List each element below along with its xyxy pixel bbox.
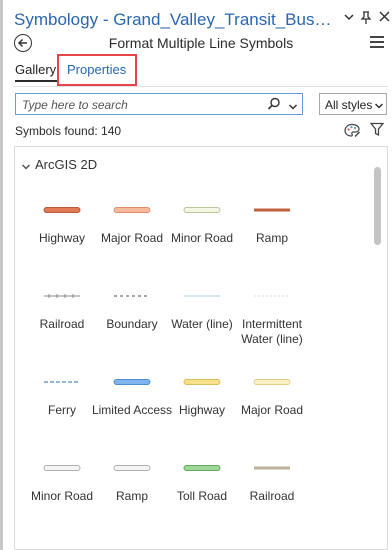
line-symbol-swatch bbox=[113, 207, 151, 213]
line-symbol-swatch bbox=[183, 465, 221, 471]
symbol-gallery: ArcGIS 2D Highway Major Road Minor Road Ram… bbox=[14, 146, 388, 550]
palette-icon[interactable] bbox=[344, 123, 361, 143]
symbol-item[interactable]: Highway bbox=[167, 379, 237, 459]
page-title: Format Multiple Line Symbols bbox=[108, 35, 294, 51]
symbol-item[interactable]: Ferry bbox=[27, 379, 97, 459]
symbol-item[interactable]: Major Road bbox=[237, 379, 307, 459]
symbol-item[interactable]: Minor Road bbox=[167, 207, 237, 287]
line-symbol-swatch bbox=[183, 379, 221, 385]
pane-left-edge bbox=[0, 0, 3, 550]
back-button[interactable] bbox=[14, 34, 32, 52]
symbol-item[interactable]: Major Road bbox=[97, 207, 167, 287]
line-symbol-swatch bbox=[114, 295, 150, 297]
vertical-scrollbar[interactable] bbox=[370, 159, 384, 549]
symbol-item[interactable]: Limited Access bbox=[92, 379, 172, 459]
line-symbol-swatch bbox=[254, 208, 290, 212]
line-symbol-swatch bbox=[44, 381, 80, 383]
symbol-item[interactable]: Boundary bbox=[97, 293, 167, 373]
line-symbol-swatch bbox=[254, 295, 290, 297]
pane-title: Symbology - Grand_Valley_Transit_Bus_Rou… bbox=[14, 10, 336, 29]
group-collapse-chevron-icon[interactable] bbox=[21, 159, 31, 177]
symbol-item[interactable]: Ramp bbox=[237, 207, 307, 287]
line-symbol-swatch bbox=[254, 466, 290, 470]
group-header-arcgis-2d[interactable]: ArcGIS 2D bbox=[35, 157, 97, 172]
tab-gallery[interactable]: Gallery bbox=[15, 62, 56, 77]
styles-dropdown-label: All styles bbox=[325, 98, 373, 112]
tab-gallery-underline bbox=[15, 80, 57, 82]
symbol-label: Railroad bbox=[249, 489, 295, 503]
search-input[interactable] bbox=[22, 97, 252, 112]
line-symbol-swatch bbox=[253, 379, 291, 385]
symbol-item[interactable]: Water (line) bbox=[167, 293, 237, 373]
search-options-chevron-icon[interactable] bbox=[288, 99, 298, 117]
symbol-item[interactable]: Minor Road bbox=[27, 465, 97, 545]
line-symbol-swatch bbox=[183, 207, 221, 213]
close-icon[interactable] bbox=[377, 11, 391, 25]
line-symbol-swatch bbox=[184, 295, 220, 297]
symbol-label: Intermittent Water (line) bbox=[241, 317, 303, 346]
symbol-item[interactable]: Ramp bbox=[97, 465, 167, 545]
filter-icon[interactable] bbox=[369, 122, 385, 142]
line-symbol-swatch bbox=[113, 465, 151, 471]
scrollbar-thumb[interactable] bbox=[374, 167, 381, 245]
symbol-item[interactable]: Toll Road bbox=[167, 465, 237, 545]
line-symbol-swatch bbox=[43, 207, 81, 213]
pin-icon[interactable] bbox=[359, 11, 373, 25]
title-bar: Symbology - Grand_Valley_Transit_Bus_Rou… bbox=[3, 4, 392, 32]
search-box bbox=[15, 93, 303, 115]
hamburger-menu-icon[interactable] bbox=[370, 36, 384, 48]
symbol-item[interactable]: Highway bbox=[27, 207, 97, 287]
tab-divider bbox=[13, 86, 388, 87]
symbol-item[interactable]: Railroad bbox=[237, 465, 307, 545]
chevron-down-icon bbox=[374, 100, 384, 114]
line-symbol-swatch bbox=[43, 465, 81, 471]
back-arrow-icon bbox=[17, 38, 27, 48]
symbol-item[interactable]: Intermittent Water (line) bbox=[237, 293, 307, 373]
search-icon[interactable] bbox=[267, 97, 281, 116]
symbols-found-count: Symbols found: 140 bbox=[15, 124, 122, 138]
properties-highlight-box bbox=[57, 54, 137, 86]
symbol-label: Ramp bbox=[255, 231, 288, 245]
symbology-pane: Symbology - Grand_Valley_Transit_Bus_Rou… bbox=[0, 0, 392, 550]
symbol-label: Major Road bbox=[240, 403, 304, 417]
options-chevron-icon[interactable] bbox=[342, 11, 356, 25]
styles-dropdown[interactable]: All styles bbox=[319, 93, 387, 115]
line-symbol-swatch bbox=[113, 379, 151, 385]
line-symbol-swatch bbox=[44, 294, 80, 298]
symbol-item[interactable]: Railroad bbox=[27, 293, 97, 373]
